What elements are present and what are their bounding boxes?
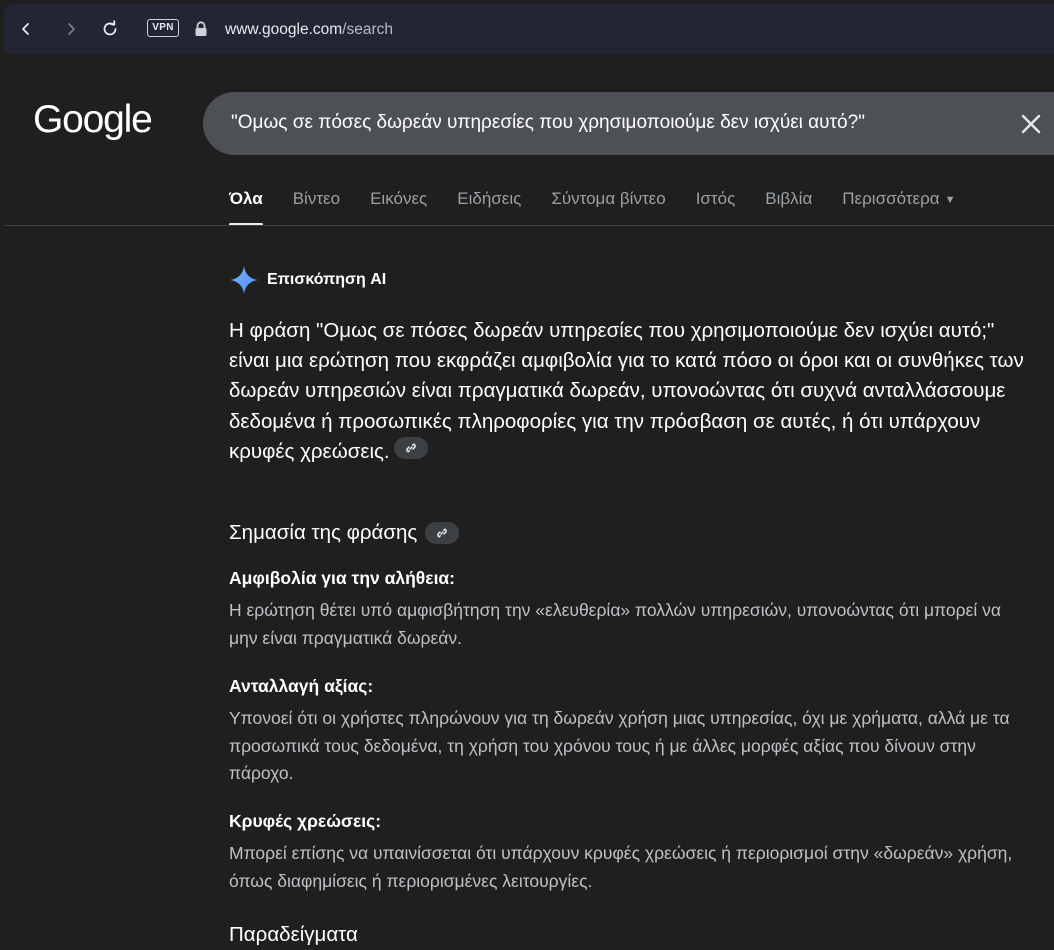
url-path: /search bbox=[342, 21, 394, 38]
point-title: Κρυφές χρεώσεις: bbox=[229, 811, 382, 831]
search-results-page: Google "Ομως σε πόσες δωρεάν υπηρεσίες π… bbox=[4, 58, 1054, 950]
source-link-button[interactable] bbox=[393, 436, 428, 459]
tab-all-label: Όλα bbox=[229, 189, 263, 208]
point-title: Ανταλλαγή αξίας: bbox=[229, 676, 374, 696]
tab-more-label: Περισσότερα bbox=[842, 189, 940, 208]
search-query-text[interactable]: "Ομως σε πόσες δωρεάν υπηρεσίες που χρησ… bbox=[231, 112, 865, 134]
link-icon bbox=[405, 443, 416, 453]
forward-arrow-icon bbox=[68, 23, 75, 35]
reload-button[interactable] bbox=[100, 19, 120, 39]
search-tabs: Όλα Βίντεο Εικόνες Ειδήσεις Σύντομα βίντ… bbox=[229, 186, 985, 226]
summary-text: Η φράση "Ομως σε πόσες δωρεάν υπηρεσίες … bbox=[229, 319, 1024, 463]
tab-news[interactable]: Ειδήσεις bbox=[457, 186, 521, 226]
ai-overview-header: Επισκόπηση AI bbox=[229, 265, 386, 295]
tab-videos-label: Βίντεο bbox=[292, 189, 341, 208]
ai-overview-title: Επισκόπηση AI bbox=[267, 271, 387, 288]
tab-all[interactable]: Όλα bbox=[229, 186, 263, 226]
lock-icon[interactable] bbox=[194, 21, 208, 37]
tab-short-videos[interactable]: Σύντομα βίντεο bbox=[551, 186, 665, 226]
point-title: Αμφιβολία για την αλήθεια: bbox=[229, 568, 456, 588]
ai-overview-summary: Η φράση "Ομως σε πόσες δωρεάν υπηρεσίες … bbox=[229, 316, 1029, 467]
browser-toolbar: VPN www.google.com/search bbox=[4, 4, 1054, 54]
gemini-sparkle-icon bbox=[230, 266, 258, 294]
point-text: Η ερώτηση θέτει υπό αμφισβήτηση την «ελε… bbox=[229, 600, 1001, 648]
tab-images-label: Εικόνες bbox=[370, 189, 428, 208]
point-text: Μπορεί επίσης να υπαινίσσεται ότι υπάρχο… bbox=[229, 843, 1013, 891]
section-heading: Σημασία της φράσης bbox=[229, 521, 460, 545]
forward-button[interactable] bbox=[61, 19, 81, 39]
tab-more[interactable]: Περισσότερα ▼ bbox=[842, 186, 955, 226]
url-host: www.google.com bbox=[225, 21, 343, 38]
section-heading-text: Σημασία της φράσης bbox=[229, 521, 418, 544]
examples-heading: Παραδείγματα bbox=[229, 923, 358, 946]
point-text: Υπονοεί ότι οι χρήστες πληρώνουν για τη … bbox=[229, 708, 1010, 783]
section-link-button[interactable] bbox=[425, 522, 460, 544]
tab-books[interactable]: Βιβλία bbox=[765, 186, 812, 226]
back-button[interactable] bbox=[16, 19, 36, 39]
back-arrow-icon bbox=[22, 23, 29, 35]
vpn-badge[interactable]: VPN bbox=[147, 19, 179, 37]
tabs-divider bbox=[4, 225, 1054, 226]
tab-short-videos-label: Σύντομα βίντεο bbox=[551, 189, 666, 208]
reload-icon bbox=[103, 20, 117, 36]
tab-web-label: Ιστός bbox=[695, 189, 736, 208]
tab-images[interactable]: Εικόνες bbox=[370, 186, 427, 226]
address-bar[interactable]: www.google.com/search bbox=[225, 21, 393, 39]
google-logo[interactable]: Google bbox=[33, 98, 153, 142]
tab-news-label: Ειδήσεις bbox=[457, 189, 522, 208]
link-icon bbox=[437, 528, 448, 538]
tab-videos[interactable]: Βίντεο bbox=[293, 186, 340, 226]
caret-down-icon: ▼ bbox=[944, 193, 956, 206]
clear-search-icon[interactable] bbox=[1020, 113, 1042, 135]
search-box[interactable]: "Ομως σε πόσες δωρεάν υπηρεσίες που χρησ… bbox=[203, 92, 1054, 155]
tab-web[interactable]: Ιστός bbox=[696, 186, 736, 226]
tab-books-label: Βιβλία bbox=[765, 189, 813, 208]
